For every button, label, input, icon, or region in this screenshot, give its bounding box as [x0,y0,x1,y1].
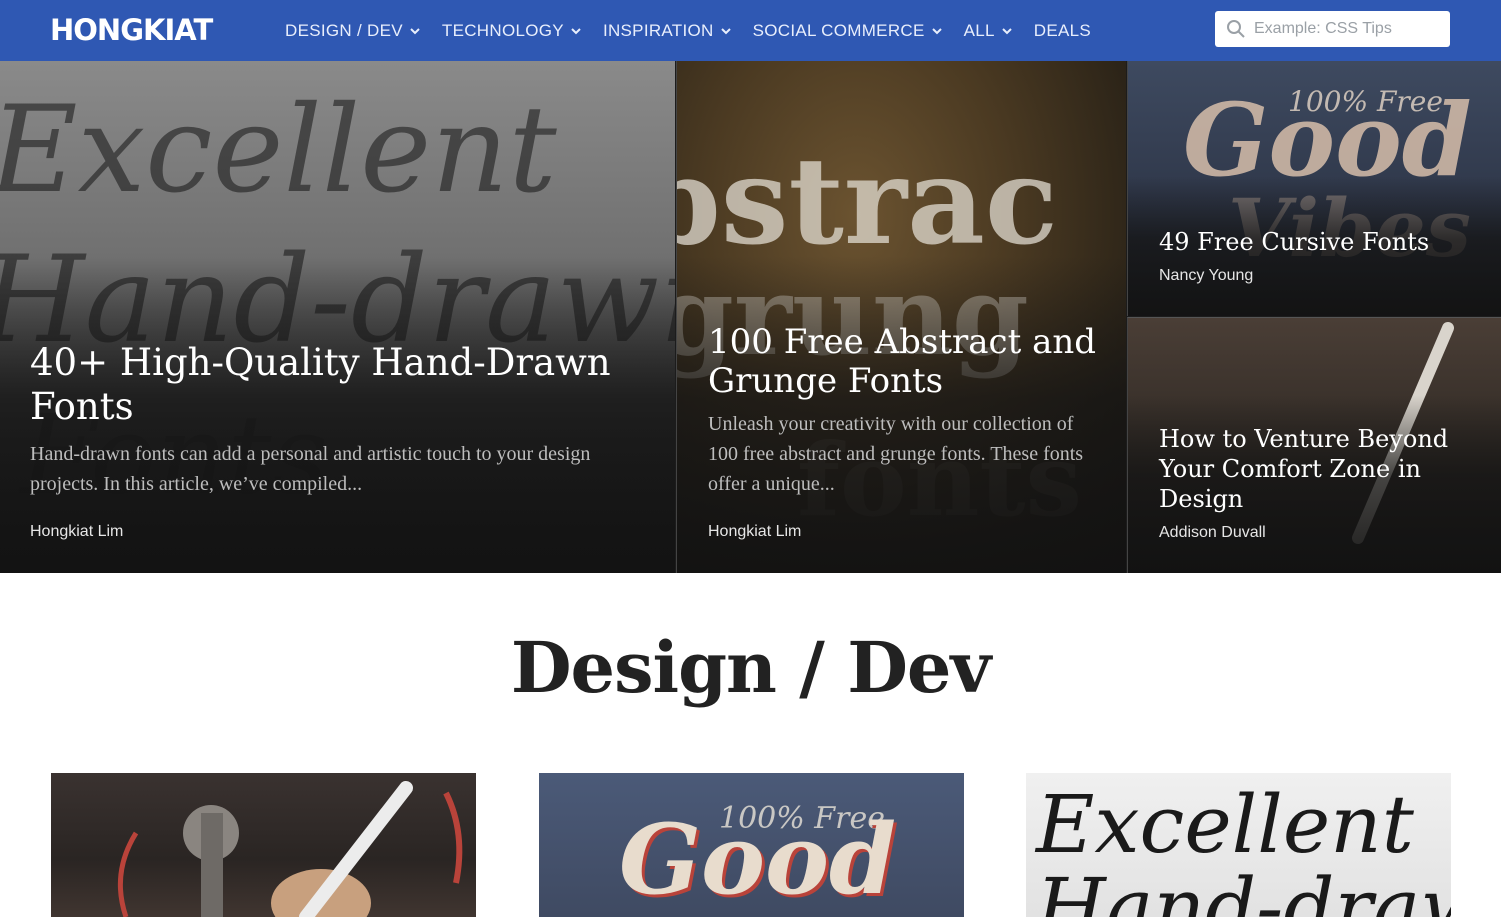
card-author[interactable]: Hongkiat Lim [708,523,801,541]
article-thumbnail[interactable]: Excellent Hand-drawn [1026,773,1451,917]
menu-item-label: INSPIRATION [602,20,714,40]
card-image-text: 100% Free [1288,85,1443,118]
card-title[interactable]: How to Venture Beyond Your Comfort Zone … [1159,424,1489,514]
featured-card-abstract-grunge-fonts[interactable]: bstrac grung fonts 100 Free Abstract and… [676,61,1126,573]
card-title[interactable]: 49 Free Cursive Fonts [1159,227,1489,257]
menu-item-deals[interactable]: DEALS [1034,21,1091,41]
chevron-down-icon [720,27,731,34]
search-icon[interactable] [1226,19,1246,39]
thumbnail-image-text: Good [619,803,897,916]
featured-card-cursive-fonts[interactable]: 100% Free Good Vibes 49 Free Cursive Fon… [1127,61,1501,316]
chevron-down-icon [1002,27,1012,34]
menu-item-technology[interactable]: TECHNOLOGY [442,21,582,41]
featured-card-comfort-zone[interactable]: How to Venture Beyond Your Comfort Zone … [1127,317,1501,573]
menu-item-label: SOCIAL COMMERCE [752,20,925,40]
card-excerpt: Hand-drawn fonts can add a personal and … [30,443,591,495]
menu-item-inspiration[interactable]: INSPIRATION [603,21,732,41]
article-thumbnail[interactable] [51,773,476,917]
menu-item-label: DESIGN / DEV [285,20,403,40]
search-input[interactable] [1254,20,1434,38]
thumbnail-image-text: Hand-drawn [1036,861,1451,917]
thumbnail-image [117,781,463,917]
card-author[interactable]: Hongkiat Lim [30,523,123,541]
menu-item-design-dev[interactable]: DESIGN / DEV [285,21,421,41]
card-image-text: Excellent [0,81,557,220]
menu-item-label: DEALS [1033,20,1092,40]
card-author[interactable]: Nancy Young [1159,267,1253,285]
article-thumbnail[interactable]: 100% Free Good [539,773,964,917]
chevron-down-icon [410,27,420,34]
card-title[interactable]: 40+ High-Quality Hand-Drawn Fonts [30,341,640,429]
featured-articles: Excellent Hand-drawn Fonts 40+ High-Qual… [0,61,1501,573]
menu-item-label: ALL [963,20,995,40]
card-author[interactable]: Addison Duvall [1159,524,1266,542]
featured-card-hand-drawn-fonts[interactable]: Excellent Hand-drawn Fonts 40+ High-Qual… [0,61,675,573]
menu-item-label: TECHNOLOGY [441,20,564,40]
card-image-text: bstrac [676,131,1058,272]
search-box[interactable] [1215,11,1450,47]
thumbnail-image-text: 100% Free [719,801,885,836]
section-title[interactable]: Design / Dev [0,625,1501,711]
site-logo[interactable]: HONGKIAT [50,13,213,47]
card-excerpt: Unleash your creativity with our collect… [708,413,1084,495]
card-title[interactable]: 100 Free Abstract and Grunge Fonts [708,323,1108,401]
chevron-down-icon [931,27,942,34]
thumbnail-image-text: Excellent [1036,778,1414,871]
chevron-down-icon [571,27,581,34]
main-menu: DESIGN / DEV TECHNOLOGY INSPIRATION SOCI… [285,0,1112,61]
menu-item-all[interactable]: ALL [964,21,1013,41]
menu-item-social-commerce[interactable]: SOCIAL COMMERCE [753,21,943,41]
top-navigation-bar: HONGKIAT DESIGN / DEV TECHNOLOGY INSPIRA… [0,0,1501,61]
